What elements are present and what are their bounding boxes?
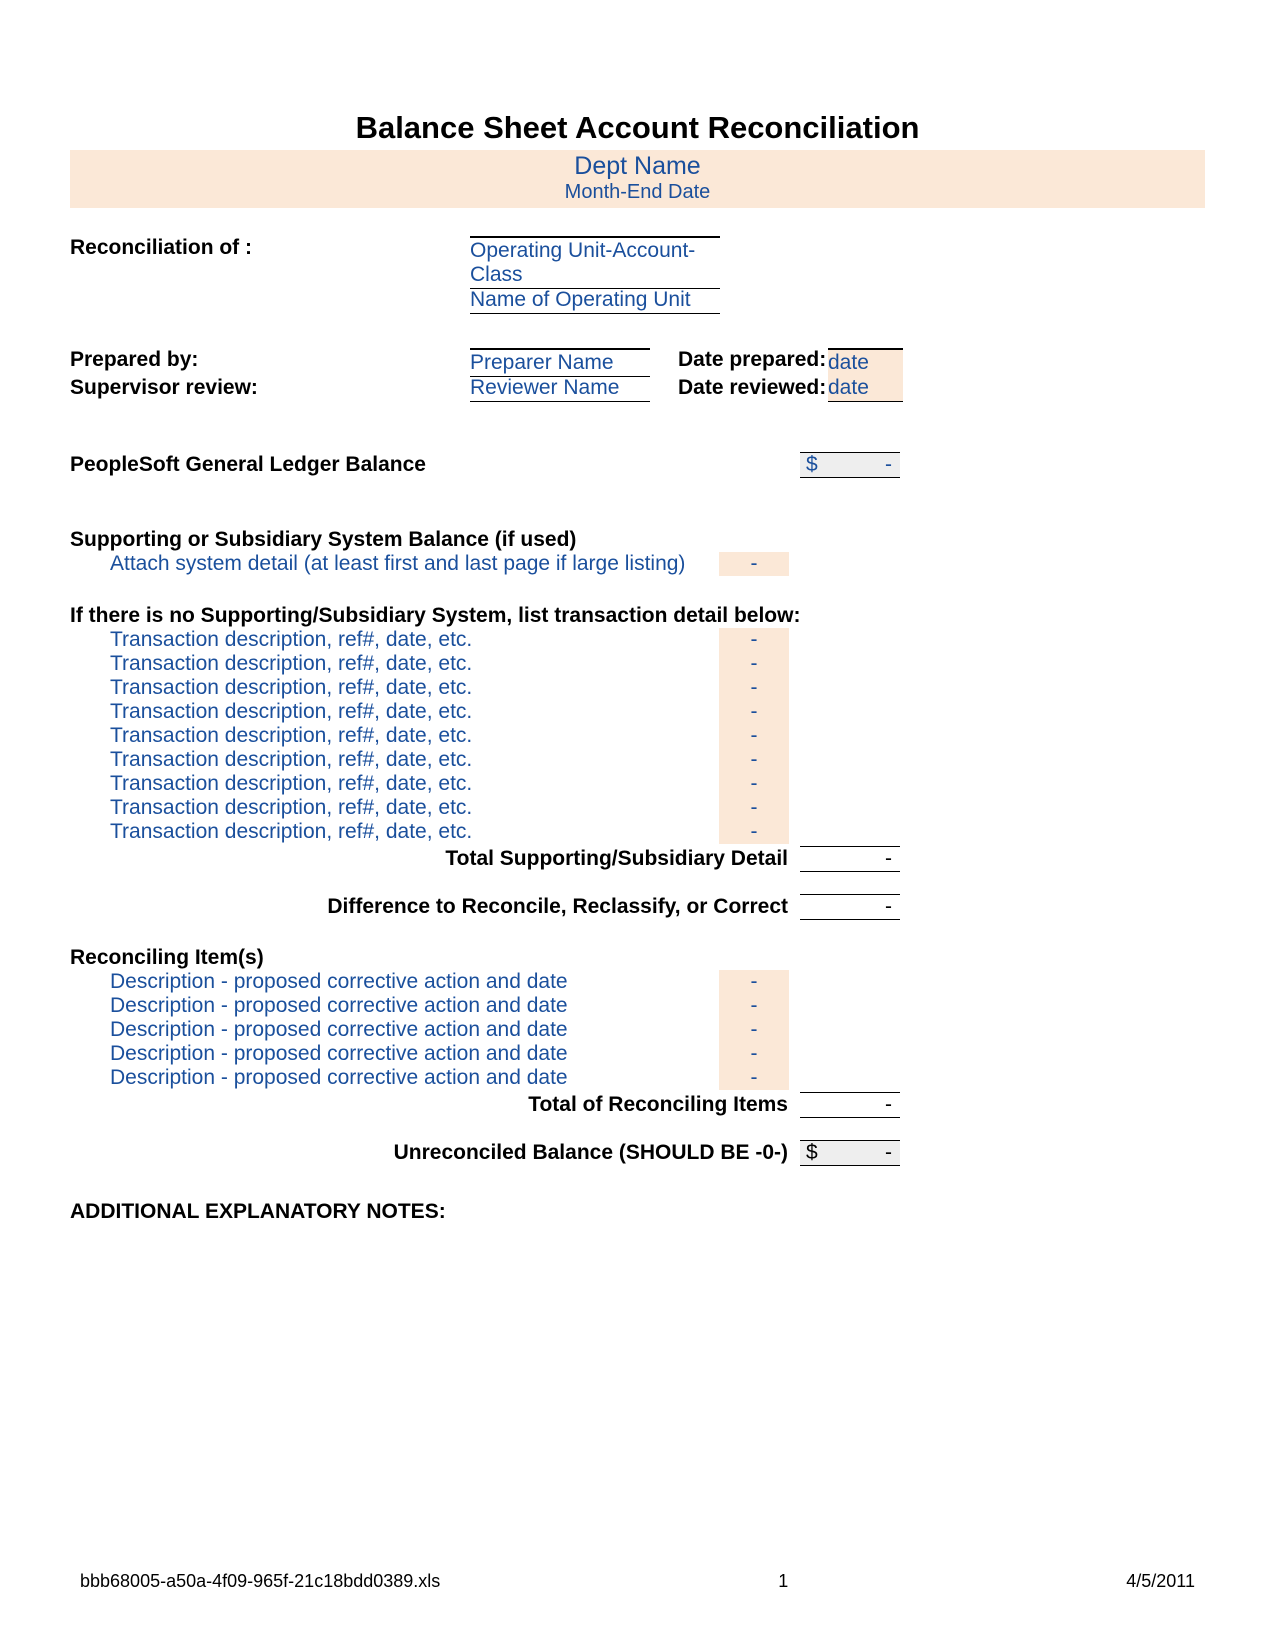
- reconciling-item-value: -: [719, 970, 789, 994]
- reconciling-item-value: -: [719, 1066, 789, 1090]
- transaction-row: Transaction description, ref#, date, etc…: [70, 724, 1205, 748]
- transaction-desc: Transaction description, ref#, date, etc…: [70, 700, 710, 724]
- difference-value: -: [800, 894, 900, 920]
- transaction-value: -: [719, 724, 789, 748]
- transaction-desc: Transaction description, ref#, date, etc…: [70, 652, 710, 676]
- attach-system-detail: Attach system detail (at least first and…: [70, 552, 710, 576]
- header-band: Dept Name Month-End Date: [70, 150, 1205, 208]
- reconciling-item-value: -: [719, 994, 789, 1018]
- transaction-desc: Transaction description, ref#, date, etc…: [70, 628, 710, 652]
- transaction-desc: Transaction description, ref#, date, etc…: [70, 676, 710, 700]
- attach-value: -: [719, 552, 789, 576]
- transaction-value: -: [719, 748, 789, 772]
- date-reviewed-value: date: [828, 376, 903, 402]
- transaction-value: -: [719, 628, 789, 652]
- total-reconciling-value: -: [800, 1092, 900, 1118]
- transaction-value: -: [719, 652, 789, 676]
- transaction-row: Transaction description, ref#, date, etc…: [70, 796, 1205, 820]
- reconciling-item-value: -: [719, 1018, 789, 1042]
- reconciling-items-heading: Reconciling Item(s): [70, 946, 1205, 970]
- no-support-heading: If there is no Supporting/Subsidiary Sys…: [70, 604, 1205, 628]
- page-footer: bbb68005-a50a-4f09-965f-21c18bdd0389.xls…: [0, 1571, 1275, 1592]
- unreconciled-value: -: [885, 1141, 892, 1165]
- transaction-value: -: [719, 700, 789, 724]
- dept-name: Dept Name: [70, 152, 1205, 181]
- transaction-row: Transaction description, ref#, date, etc…: [70, 700, 1205, 724]
- transaction-row: Transaction description, ref#, date, etc…: [70, 628, 1205, 652]
- gl-value: -: [885, 453, 892, 477]
- total-supporting-label: Total Supporting/Subsidiary Detail: [70, 847, 800, 871]
- gl-balance-value: $ -: [800, 452, 900, 478]
- preparer-name: Preparer Name: [470, 348, 650, 377]
- reconciling-item-desc: Description - proposed corrective action…: [70, 1066, 710, 1090]
- supervisor-review-label: Supervisor review:: [70, 376, 470, 402]
- total-supporting-value: -: [800, 846, 900, 872]
- transaction-value: -: [719, 796, 789, 820]
- reconciling-item-desc: Description - proposed corrective action…: [70, 994, 710, 1018]
- gl-currency: $: [806, 453, 818, 477]
- gl-balance-label: PeopleSoft General Ledger Balance: [70, 453, 800, 477]
- transaction-desc: Transaction description, ref#, date, etc…: [70, 820, 710, 844]
- unreconciled-currency: $: [806, 1141, 818, 1165]
- reconciling-item-row: Description - proposed corrective action…: [70, 970, 1205, 994]
- date-prepared-label: Date prepared:: [678, 348, 828, 377]
- transaction-desc: Transaction description, ref#, date, etc…: [70, 772, 710, 796]
- footer-filename: bbb68005-a50a-4f09-965f-21c18bdd0389.xls: [80, 1571, 440, 1592]
- reconciling-item-row: Description - proposed corrective action…: [70, 1018, 1205, 1042]
- reviewer-name: Reviewer Name: [470, 376, 650, 402]
- unreconciled-value-box: $ -: [800, 1140, 900, 1166]
- date-prepared-value: date: [828, 348, 903, 377]
- reconciling-item-row: Description - proposed corrective action…: [70, 1066, 1205, 1090]
- reconciling-item-desc: Description - proposed corrective action…: [70, 970, 710, 994]
- footer-page: 1: [778, 1571, 788, 1592]
- footer-date: 4/5/2011: [1126, 1571, 1195, 1592]
- reconciling-item-row: Description - proposed corrective action…: [70, 1042, 1205, 1066]
- month-end-date: Month-End Date: [70, 181, 1205, 204]
- transaction-value: -: [719, 820, 789, 844]
- page-title: Balance Sheet Account Reconciliation: [70, 110, 1205, 146]
- transaction-row: Transaction description, ref#, date, etc…: [70, 820, 1205, 844]
- transaction-desc: Transaction description, ref#, date, etc…: [70, 748, 710, 772]
- operating-unit-account-class: Operating Unit-Account-Class: [470, 236, 720, 289]
- transaction-row: Transaction description, ref#, date, etc…: [70, 748, 1205, 772]
- reconciling-item-value: -: [719, 1042, 789, 1066]
- total-reconciling-label: Total of Reconciling Items: [70, 1093, 800, 1117]
- additional-notes-heading: ADDITIONAL EXPLANATORY NOTES:: [70, 1200, 1205, 1224]
- date-reviewed-label: Date reviewed:: [678, 376, 828, 402]
- unreconciled-label: Unreconciled Balance (SHOULD BE -0-): [70, 1141, 800, 1165]
- transaction-row: Transaction description, ref#, date, etc…: [70, 772, 1205, 796]
- reconciling-item-desc: Description - proposed corrective action…: [70, 1042, 710, 1066]
- reconciling-item-row: Description - proposed corrective action…: [70, 994, 1205, 1018]
- name-of-operating-unit: Name of Operating Unit: [470, 288, 720, 314]
- reconciling-item-desc: Description - proposed corrective action…: [70, 1018, 710, 1042]
- reconciliation-of-label: Reconciliation of :: [70, 236, 470, 314]
- supporting-heading: Supporting or Subsidiary System Balance …: [70, 528, 1205, 552]
- transaction-row: Transaction description, ref#, date, etc…: [70, 676, 1205, 700]
- prepared-by-label: Prepared by:: [70, 348, 470, 377]
- transaction-desc: Transaction description, ref#, date, etc…: [70, 724, 710, 748]
- transaction-value: -: [719, 772, 789, 796]
- transaction-row: Transaction description, ref#, date, etc…: [70, 652, 1205, 676]
- transaction-value: -: [719, 676, 789, 700]
- transaction-desc: Transaction description, ref#, date, etc…: [70, 796, 710, 820]
- difference-label: Difference to Reconcile, Reclassify, or …: [70, 895, 800, 919]
